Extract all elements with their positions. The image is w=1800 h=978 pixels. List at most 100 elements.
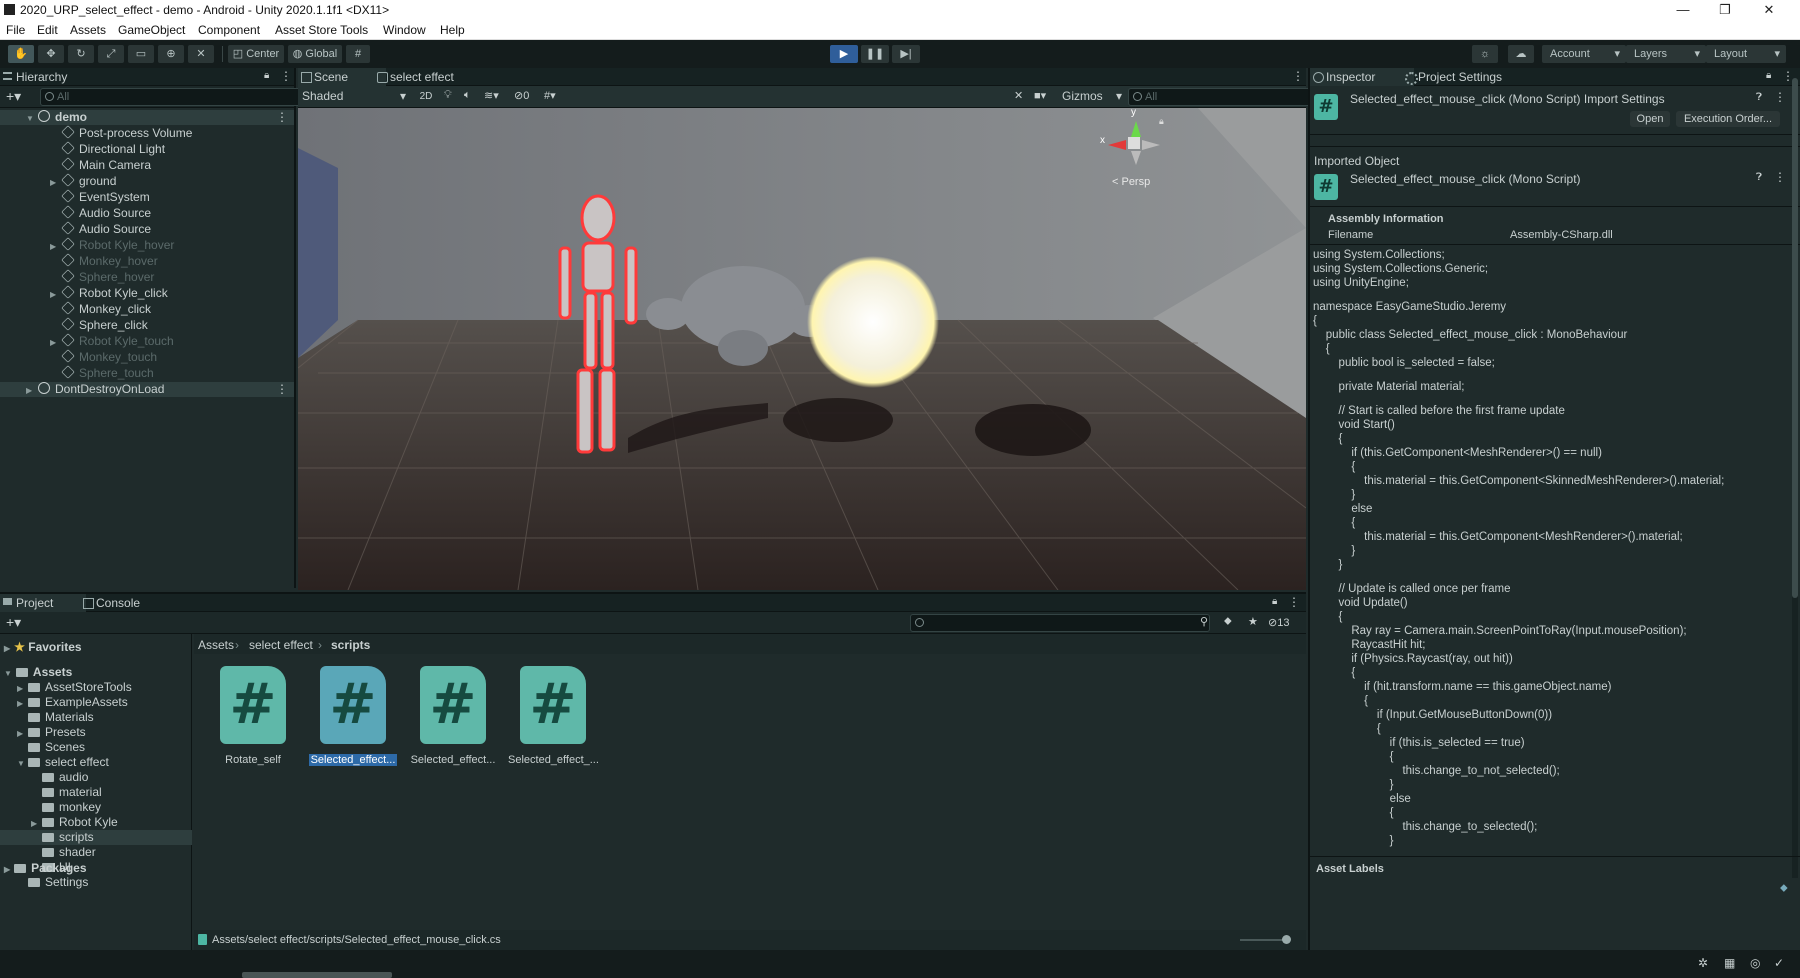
hierarchy-item[interactable]: ▶ Robot Kyle_touch (0, 333, 294, 350)
help-icon[interactable]: ❓︎ (1756, 92, 1762, 103)
expand-arrow-icon[interactable]: ▼ (26, 111, 34, 126)
kebab-menu-icon[interactable]: ⋮ (1292, 69, 1304, 83)
minimize-button[interactable]: — (1664, 1, 1702, 19)
project-folder-item[interactable]: Materials (0, 710, 192, 725)
project-folder-item[interactable]: ▼ select effect (0, 755, 192, 770)
project-folder-item[interactable]: monkey (0, 800, 192, 815)
lock-icon[interactable]: 🔒︎ (1766, 70, 1771, 81)
add-icon[interactable]: +▾ (6, 88, 21, 105)
script-asset[interactable]: # Rotate_self (208, 666, 298, 766)
add-icon[interactable]: +▾ (6, 614, 21, 631)
gizmo-x-axis[interactable] (1108, 140, 1126, 150)
hierarchy-item[interactable]: Audio Source (0, 205, 294, 221)
breadcrumb-assets[interactable]: Assets (198, 638, 234, 652)
expand-arrow-icon[interactable]: ▶ (17, 681, 23, 696)
breadcrumb-scripts[interactable]: scripts (331, 638, 370, 652)
hierarchy-search-input[interactable]: All (40, 88, 308, 106)
menu-help[interactable]: Help (440, 23, 465, 37)
sync-icon[interactable]: ◎ (1750, 956, 1760, 970)
shading-mode-dropdown[interactable]: Shaded ▾ (300, 88, 410, 105)
camera-icon[interactable]: ■▾ (1034, 89, 1046, 102)
lock-icon[interactable]: 🔒︎ (264, 70, 269, 81)
maximize-button[interactable]: ❐ (1706, 1, 1744, 19)
tab-scene[interactable]: Scene (298, 68, 386, 86)
project-folder-item[interactable]: Settings (0, 875, 192, 890)
close-button[interactable]: ✕ (1750, 1, 1788, 19)
collapse-arrow-icon[interactable]: ▶ (50, 335, 56, 350)
favorites-item[interactable]: ▶ ★ Favorites (4, 640, 82, 655)
collapse-arrow-icon[interactable]: ▶ (50, 239, 56, 254)
gizmos-dropdown[interactable]: Gizmos ▾ (1062, 88, 1122, 105)
check-icon[interactable]: ✓ (1774, 956, 1784, 970)
expand-arrow-icon[interactable]: ▶ (17, 726, 23, 741)
bug-icon[interactable]: ✲ (1698, 956, 1708, 970)
hand-tool-icon[interactable]: ✋ (8, 45, 34, 63)
execution-order-button[interactable]: Execution Order... (1676, 111, 1780, 127)
filter-label-icon[interactable]: ⬥ (1224, 615, 1232, 628)
expand-arrow-icon[interactable]: ▶ (17, 696, 23, 711)
filter-type-icon[interactable]: ⚲ (1200, 615, 1208, 628)
hidden-packages-toggle[interactable]: ⊘13 (1268, 616, 1289, 629)
breadcrumb-select-effect[interactable]: select effect (249, 638, 313, 652)
hierarchy-scene-dontdestroy[interactable]: ▶ DontDestroyOnLoad ⋮ (0, 382, 294, 397)
layers-dropdown[interactable]: Layers ▾ (1626, 45, 1706, 63)
effects-icon[interactable]: ≋▾ (484, 89, 499, 102)
gizmo-neg-x-axis[interactable] (1142, 140, 1160, 150)
hierarchy-item[interactable]: Post-process Volume (0, 125, 294, 141)
tab-hierarchy[interactable]: Hierarchy (0, 68, 106, 86)
scale-tool-icon[interactable]: ⤢ (98, 45, 124, 63)
hierarchy-item[interactable]: Monkey_click (0, 301, 294, 317)
move-tool-icon[interactable]: ✥ (38, 45, 64, 63)
tab-project-settings[interactable]: Project Settings (1402, 68, 1538, 86)
scene-search-input[interactable]: All (1128, 88, 1316, 106)
tag-icon[interactable]: ⬥ (1780, 882, 1788, 895)
project-folder-item[interactable]: material (0, 785, 192, 800)
project-folder-item[interactable]: audio (0, 770, 192, 785)
collapse-arrow-icon[interactable]: ▶ (50, 287, 56, 302)
lock-icon[interactable]: 🔒︎ (1272, 596, 1277, 607)
hierarchy-item[interactable]: Monkey_hover (0, 253, 294, 269)
play-button[interactable]: ▶ (830, 45, 858, 63)
tab-console[interactable]: Console (80, 594, 166, 612)
project-folder-item[interactable]: Scenes (0, 740, 192, 755)
project-folder-item[interactable]: scripts (0, 830, 192, 845)
hierarchy-item[interactable]: EventSystem (0, 189, 294, 205)
icon-size-slider[interactable] (1240, 939, 1286, 941)
script-asset[interactable]: # Selected_effect... (308, 666, 398, 766)
audio-icon[interactable]: 🔈︎ (464, 89, 471, 102)
horizontal-scrollbar[interactable] (242, 972, 392, 978)
grid-snap-icon[interactable]: # (346, 45, 370, 63)
lighting-icon[interactable]: 💡︎ (444, 89, 452, 102)
menu-component[interactable]: Component (198, 23, 260, 37)
hierarchy-item[interactable]: Main Camera (0, 157, 294, 173)
expand-arrow-icon[interactable]: ▼ (17, 756, 25, 771)
menu-file[interactable]: File (6, 23, 25, 37)
project-folder-item[interactable]: ▶ Presets (0, 725, 192, 740)
kebab-menu-icon[interactable]: ⋮ (276, 110, 288, 125)
help-icon[interactable]: ❓︎ (1756, 172, 1762, 183)
tools-icon[interactable]: ✕ (1014, 89, 1023, 102)
gizmo-neg-y-axis[interactable] (1131, 151, 1141, 165)
collab-icon[interactable]: ☼ (1472, 45, 1498, 63)
tab-project[interactable]: Project (0, 594, 86, 612)
packages-item[interactable]: ▶ Packages (4, 861, 87, 876)
project-folder-item[interactable]: shader (0, 845, 192, 860)
hierarchy-scene-demo[interactable]: ▼ demo ⋮ (0, 110, 294, 125)
step-button[interactable]: ▶| (892, 45, 920, 63)
hidden-objects-toggle[interactable]: ⊘0 (514, 89, 529, 102)
tab-select-effect[interactable]: select effect (374, 68, 500, 86)
project-folder-item[interactable]: ▶ Robot Kyle (0, 815, 192, 830)
hierarchy-item[interactable]: Monkey_touch (0, 349, 294, 365)
menu-edit[interactable]: Edit (37, 23, 58, 37)
hierarchy-item[interactable]: ▶ Robot Kyle_hover (0, 237, 294, 254)
hierarchy-item[interactable]: Directional Light (0, 141, 294, 157)
hierarchy-item[interactable]: Audio Source (0, 221, 294, 237)
gizmo-center[interactable] (1128, 137, 1140, 149)
account-dropdown[interactable]: Account ▾ (1542, 45, 1626, 63)
icon-size-slider-handle[interactable] (1282, 935, 1291, 944)
hierarchy-item[interactable]: ▶ ground (0, 173, 294, 189)
scene-viewport[interactable]: x y 🔒︎ < Persp (298, 108, 1306, 590)
project-search-input[interactable] (910, 614, 1210, 632)
pivot-center-button[interactable]: ◰ Center (228, 45, 284, 63)
rect-tool-icon[interactable]: ▭ (128, 45, 154, 63)
